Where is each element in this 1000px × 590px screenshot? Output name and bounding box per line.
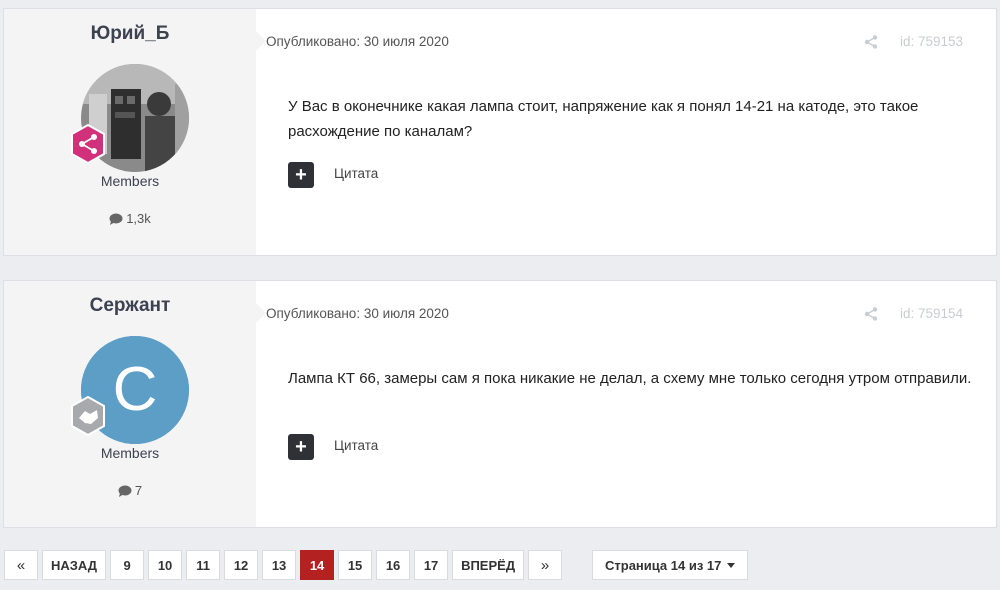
page-link-10[interactable]: 10 — [148, 550, 183, 580]
share-icon[interactable] — [864, 307, 878, 321]
member-group: Members — [100, 445, 160, 461]
post-body: У Вас в оконечнике какая лампа стоит, на… — [288, 98, 919, 140]
member-group: Members — [100, 173, 160, 189]
forum-post: Сержант С Members 7 Опубликовано: 30 июл… — [3, 280, 997, 528]
comment-icon — [109, 213, 123, 228]
page-link-16[interactable]: 16 — [376, 550, 411, 580]
page-link-12[interactable]: 12 — [224, 550, 259, 580]
quote-button[interactable]: Цитата — [334, 438, 378, 453]
prev-page-button[interactable]: НАЗАД — [42, 550, 107, 580]
post-count-value: 1,3k — [126, 211, 151, 226]
post-content: Опубликовано: 30 июля 2020 id: 759153 У … — [256, 9, 996, 255]
author-name[interactable]: Юрий_Б — [4, 23, 256, 45]
author-panel: Юрий_Б Members 1,3k — [4, 9, 256, 255]
page-link-15[interactable]: 15 — [338, 550, 373, 580]
share-icon — [68, 124, 108, 164]
caret-down-icon — [727, 562, 736, 568]
pagination: « НАЗАД 9 10 11 12 13 14 15 16 17 ВПЕРЁД… — [4, 550, 563, 580]
last-page-button[interactable]: » — [528, 550, 563, 580]
page-link-17[interactable]: 17 — [414, 550, 449, 580]
post-body: Лампа КТ 66, замеры сам я пока никакие н… — [288, 370, 972, 387]
first-page-button[interactable]: « — [4, 550, 38, 580]
page-link-11[interactable]: 11 — [186, 550, 221, 580]
page-link-9[interactable]: 9 — [110, 550, 145, 580]
author-panel: Сержант С Members 7 — [4, 281, 256, 527]
post-date[interactable]: Опубликовано: 30 июля 2020 — [266, 306, 449, 321]
page-jump-dropdown[interactable]: Страница 14 из 17 — [592, 550, 749, 580]
page-jump-label: Страница 14 из 17 — [605, 557, 722, 573]
quote-button[interactable]: Цитата — [334, 166, 378, 181]
multiquote-button[interactable]: + — [288, 162, 314, 188]
avatar-letter: С — [113, 355, 158, 424]
post-date[interactable]: Опубликовано: 30 июля 2020 — [266, 34, 449, 49]
multiquote-button[interactable]: + — [288, 434, 314, 460]
post-id: id: 759153 — [900, 34, 964, 49]
post-content: Опубликовано: 30 июля 2020 id: 759154 Ла… — [256, 281, 996, 527]
page-link-13[interactable]: 13 — [262, 550, 297, 580]
next-page-button[interactable]: ВПЕРЁД — [452, 550, 525, 580]
post-count-value: 7 — [134, 483, 143, 498]
share-icon[interactable] — [864, 35, 878, 49]
author-name[interactable]: Сержант — [4, 295, 256, 317]
post-count: 1,3k — [4, 211, 256, 228]
post-id: id: 759154 — [900, 306, 964, 321]
handshake-icon — [68, 396, 108, 436]
current-page[interactable]: 14 — [300, 550, 335, 580]
post-count: 7 — [4, 483, 256, 500]
comment-icon — [118, 485, 132, 500]
forum-post: Юрий_Б Members 1,3k Опубликовано: 30 июл… — [3, 8, 997, 256]
